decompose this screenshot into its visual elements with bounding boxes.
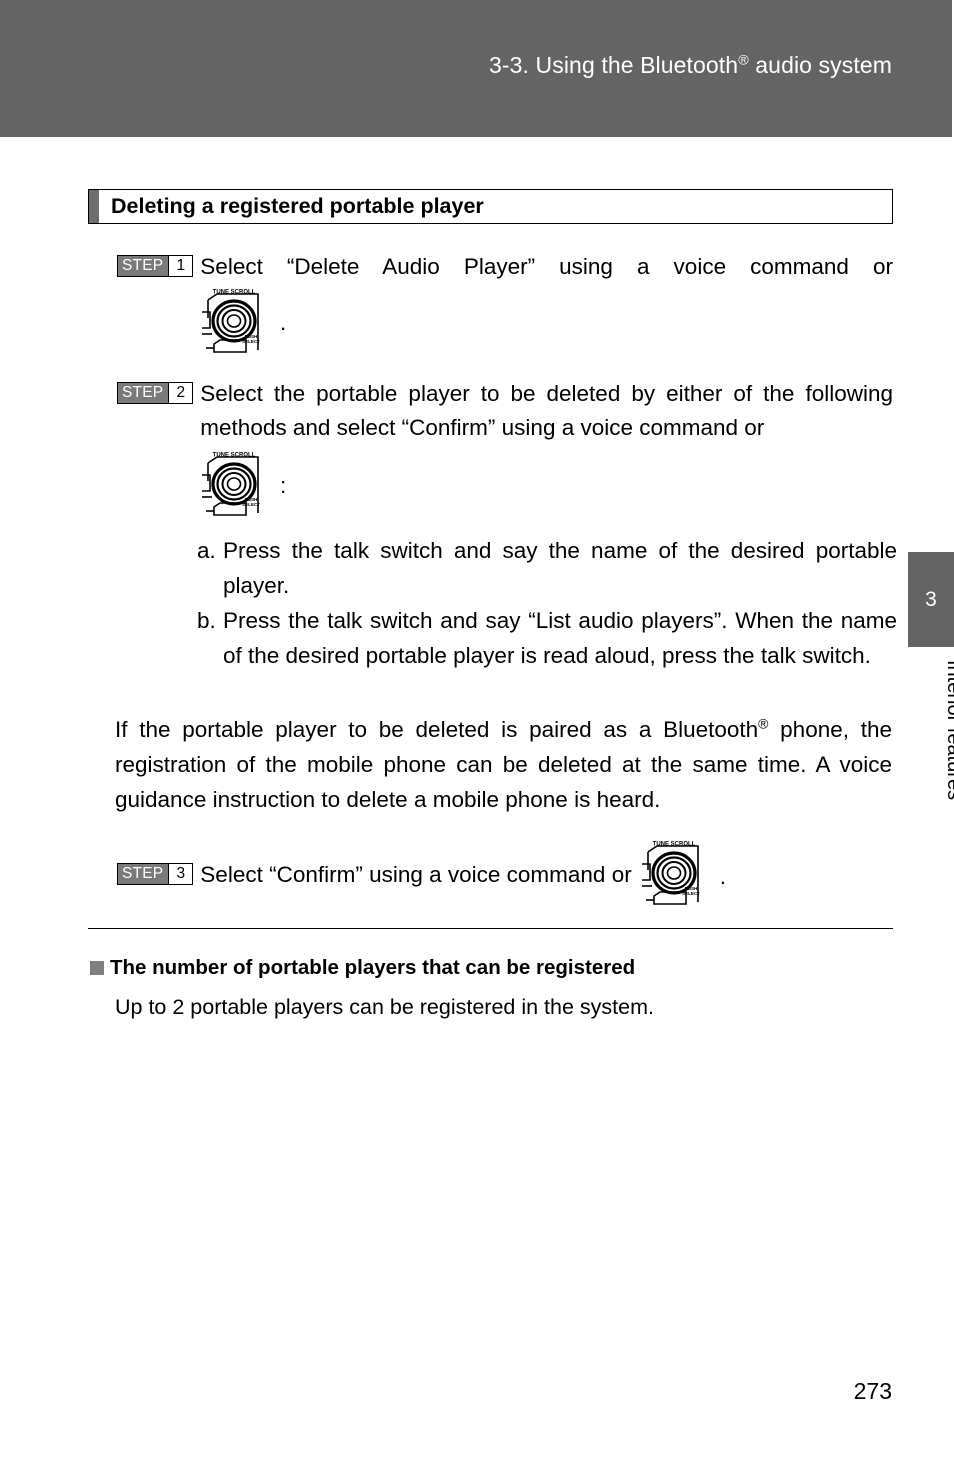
section-divider — [88, 928, 893, 929]
registered-trademark-icon: ® — [738, 52, 749, 69]
svg-text:SELECT: SELECT — [682, 891, 700, 896]
step-3-trailing-punctuation: . — [719, 864, 726, 889]
step-3-badge-number: 3 — [168, 864, 193, 884]
step-2-badge: STEP 2 — [117, 382, 194, 404]
chapter-tab-box: 3 — [908, 552, 954, 647]
tune-scroll-knob-icon: TUNE SCROLL PUSH SELECT — [196, 288, 276, 358]
step-3-block: STEP 3 Select “Confirm” using a voice co… — [117, 842, 893, 910]
list-item-marker: b. — [197, 608, 216, 633]
registered-trademark-icon: ® — [758, 715, 769, 732]
svg-text:SELECT: SELECT — [242, 502, 260, 507]
chapter-tab-label-text: Interior features — [943, 660, 954, 801]
page-header-band: 3-3. Using the Bluetooth® audio system — [0, 0, 952, 137]
step-1-badge: STEP 1 — [117, 255, 194, 277]
svg-text:TUNE SCROLL: TUNE SCROLL — [213, 290, 256, 296]
list-item: a. Press the talk switch and say the nam… — [197, 533, 897, 603]
step-2-trailing-punctuation: : — [280, 473, 287, 498]
step-2-block: STEP 2 Select the portable player to be … — [117, 377, 893, 521]
section-heading-text: Deleting a registered portable player — [111, 193, 484, 218]
step-1-block: STEP 1 Select “Delete Audio Player” usin… — [117, 250, 893, 358]
step-3-badge-word: STEP — [118, 864, 169, 884]
section-heading-box: Deleting a registered portable player — [88, 189, 893, 224]
svg-text:SELECT: SELECT — [242, 339, 260, 344]
step-1-badge-word: STEP — [118, 256, 169, 276]
page-header-title: 3-3. Using the Bluetooth® audio system — [489, 52, 892, 79]
svg-text:TUNE SCROLL: TUNE SCROLL — [213, 453, 256, 459]
list-item-text: Press the talk switch and say the name o… — [223, 538, 897, 598]
step-1-trailing-punctuation: . — [280, 310, 287, 335]
chapter-tab-number: 3 — [925, 587, 937, 611]
step-2-badge-number: 2 — [168, 383, 193, 403]
step-1-line: STEP 1 Select “Delete Audio Player” usin… — [117, 250, 893, 284]
step-3-line: STEP 3 Select “Confirm” using a voice co… — [117, 842, 893, 910]
svg-text:TUNE SCROLL: TUNE SCROLL — [652, 842, 695, 848]
step-2-line: STEP 2 Select the portable player to be … — [117, 377, 893, 445]
sub-list: a. Press the talk switch and say the nam… — [197, 533, 897, 673]
note-body-text: Up to 2 portable players can be register… — [115, 995, 654, 1019]
paragraph-part-1: If the portable player to be deleted is … — [115, 717, 759, 742]
header-title-suffix: audio system — [748, 52, 892, 78]
list-item-text: Press the talk switch and say “List audi… — [223, 608, 897, 668]
header-title-prefix: 3-3. Using the Bluetooth — [489, 52, 739, 78]
bluetooth-pairing-paragraph: If the portable player to be deleted is … — [115, 712, 892, 817]
step-1-badge-number: 1 — [168, 256, 193, 276]
section-accent-bar — [89, 190, 99, 223]
tune-scroll-knob-icon: TUNE SCROLL PUSH SELECT — [196, 451, 276, 521]
step-2-badge-word: STEP — [118, 383, 169, 403]
page-number: 273 — [853, 1378, 892, 1404]
step-1-knob-row: TUNE SCROLL PUSH SELECT . — [196, 288, 893, 358]
step-2-text: Select the portable player to be deleted… — [200, 381, 893, 440]
tune-scroll-knob-icon: TUNE SCROLL PUSH SELECT — [636, 840, 716, 910]
step-3-badge: STEP 3 — [117, 863, 194, 885]
step-3-text: Select “Confirm” using a voice command o… — [200, 862, 632, 887]
list-item: b. Press the talk switch and say “List a… — [197, 603, 897, 673]
note-heading-text: The number of portable players that can … — [110, 956, 636, 979]
step-1-text: Select “Delete Audio Player” using a voi… — [200, 254, 893, 279]
square-bullet-icon — [90, 961, 104, 975]
step-2-knob-row: TUNE SCROLL PUSH SELECT : — [196, 451, 893, 521]
chapter-tab-label: Interior features — [908, 660, 954, 860]
list-item-marker: a. — [197, 538, 216, 563]
note-heading: The number of portable players that can … — [90, 956, 635, 980]
